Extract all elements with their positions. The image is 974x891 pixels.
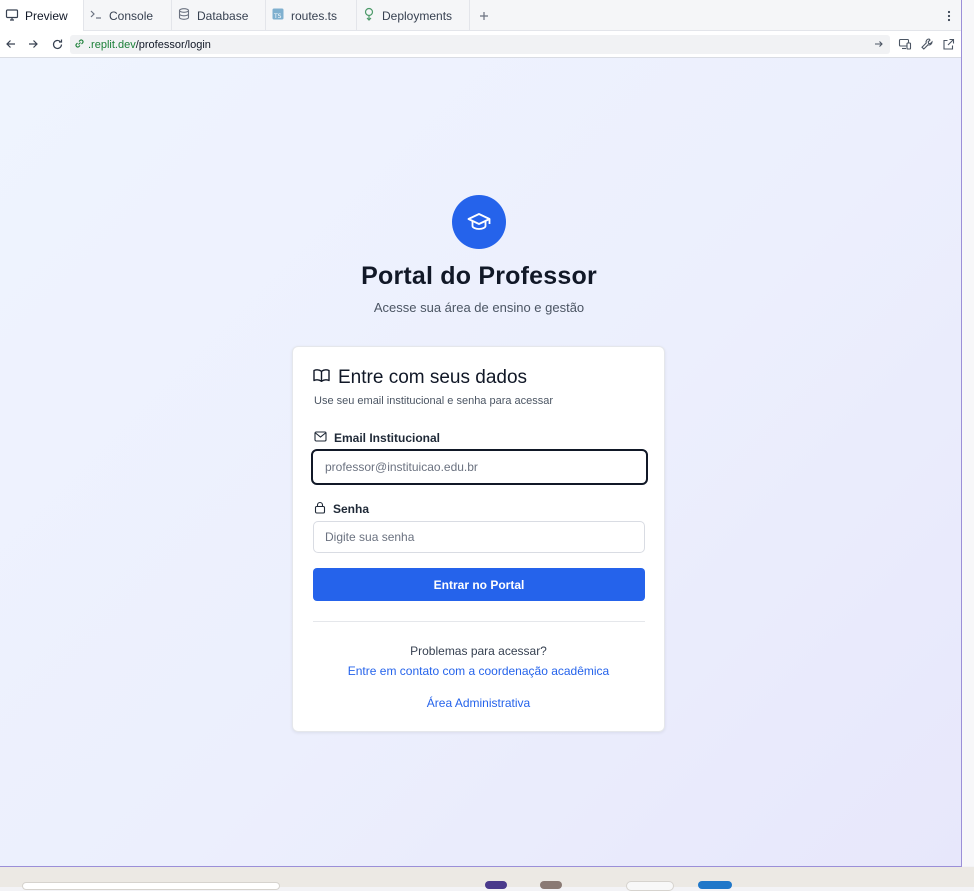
card-title: Entre com seus dados <box>313 367 527 389</box>
page-viewport: Portal do Professor Acesse sua área de e… <box>0 58 961 866</box>
arrow-right-icon <box>875 41 883 47</box>
taskbar-app-icon[interactable] <box>485 881 507 889</box>
deployments-icon <box>362 7 376 24</box>
url-field[interactable]: .replit.dev/professor/login <box>70 35 890 54</box>
devtools-button[interactable] <box>919 36 935 52</box>
tab-label: routes.ts <box>291 8 338 23</box>
go-button[interactable] <box>872 37 886 51</box>
arrow-left-icon <box>6 40 15 48</box>
card-description: Use seu email institucional e senha para… <box>314 395 554 407</box>
browser-window: Preview Console Database TS routes.ts De… <box>0 0 962 867</box>
submit-button[interactable]: Entrar no Portal <box>313 568 645 601</box>
email-label-text: Email Institucional <box>334 431 441 445</box>
lock-icon <box>314 501 326 517</box>
tab-bar: Preview Console Database TS routes.ts De… <box>0 0 961 32</box>
mail-icon <box>314 431 327 445</box>
more-options-button[interactable] <box>943 0 955 31</box>
tab-label: Database <box>197 8 249 23</box>
reload-button[interactable] <box>49 36 65 52</box>
taskbar-app-icon[interactable] <box>626 881 674 891</box>
tab-label: Deployments <box>382 8 453 23</box>
taskbar-search[interactable] <box>22 882 280 890</box>
link-icon <box>74 38 85 52</box>
typescript-file-icon: TS <box>271 7 285 24</box>
kebab-menu-icon <box>947 10 951 21</box>
card-title-text: Entre com seus dados <box>338 367 528 388</box>
forward-button[interactable] <box>25 36 41 52</box>
devices-icon <box>898 38 912 50</box>
tab-label: Preview <box>25 9 68 23</box>
email-label: Email Institucional <box>314 431 440 445</box>
tab-console[interactable]: Console <box>84 0 172 31</box>
svg-text:TS: TS <box>273 13 282 20</box>
tab-preview[interactable]: Preview <box>0 0 84 32</box>
tab-deployments[interactable]: Deployments <box>357 0 470 31</box>
password-label: Senha <box>314 501 369 517</box>
tab-database[interactable]: Database <box>172 0 266 31</box>
devices-button[interactable] <box>897 36 913 52</box>
plus-icon <box>480 11 488 20</box>
help-question: Problemas para acessar? <box>410 644 547 658</box>
page-title: Portal do Professor <box>361 262 597 290</box>
open-new-tab-button[interactable] <box>940 36 956 52</box>
tab-routes-ts[interactable]: TS routes.ts <box>266 0 357 31</box>
url-path: /professor/login <box>135 38 211 51</box>
divider <box>313 621 645 622</box>
login-card: Entre com seus dados Use seu email insti… <box>292 346 665 732</box>
external-link-icon <box>942 38 954 50</box>
contact-coordination-link[interactable]: Entre em contato com a coordenação acadê… <box>293 664 664 678</box>
page-subtitle: Acesse sua área de ensino e gestão <box>373 300 585 315</box>
wrench-icon <box>921 38 933 50</box>
email-field[interactable] <box>311 449 648 485</box>
new-tab-button[interactable] <box>476 0 492 31</box>
back-button[interactable] <box>3 36 19 52</box>
reload-icon <box>52 39 62 49</box>
terminal-icon <box>89 7 103 24</box>
os-taskbar <box>0 867 974 891</box>
password-label-text: Senha <box>333 502 370 516</box>
graduation-cap-icon <box>452 195 506 249</box>
admin-area-link[interactable]: Área Administrativa <box>293 696 664 710</box>
password-field[interactable] <box>313 521 645 553</box>
side-panel-edge <box>962 0 974 866</box>
address-bar: .replit.dev/professor/login <box>0 31 961 58</box>
taskbar-app-icon[interactable] <box>540 881 562 889</box>
url-host: .replit.dev <box>88 38 136 51</box>
arrow-right-icon <box>29 40 38 48</box>
taskbar-app-icon[interactable] <box>698 881 732 889</box>
book-open-icon <box>313 367 330 389</box>
monitor-icon <box>5 8 19 25</box>
database-icon <box>177 7 191 24</box>
tab-label: Console <box>109 8 154 23</box>
